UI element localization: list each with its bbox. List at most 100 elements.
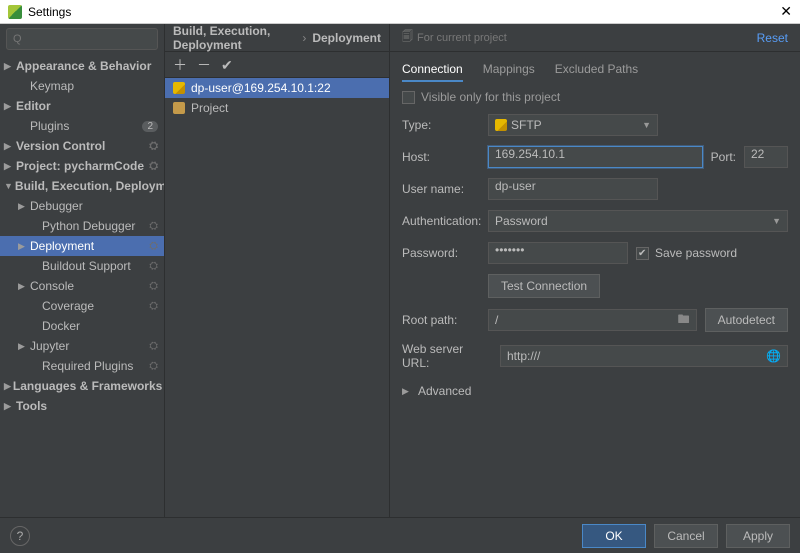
gear-icon: ⛭: [149, 240, 158, 253]
test-connection-button[interactable]: Test Connection: [488, 274, 600, 298]
auth-select[interactable]: Password ▼: [488, 210, 788, 232]
expand-arrow-icon[interactable]: [18, 281, 28, 292]
sidebar-item[interactable]: Required Plugins⛭: [0, 356, 164, 376]
gear-icon: ⛭: [149, 260, 158, 273]
expand-arrow-icon[interactable]: [18, 241, 28, 252]
globe-icon[interactable]: 🌐: [766, 349, 781, 363]
sidebar-item[interactable]: Keymap: [0, 76, 164, 96]
deployment-form: 🗐 For current project Reset Connection M…: [390, 24, 800, 517]
sidebar-item[interactable]: Build, Execution, Deployment: [0, 176, 164, 196]
folder-browse-icon[interactable]: 🖿: [678, 310, 690, 331]
expand-arrow-icon[interactable]: [4, 181, 13, 191]
sftp-icon: [495, 119, 507, 131]
sidebar-item[interactable]: Version Control ⛭: [0, 136, 164, 156]
ok-button[interactable]: OK: [582, 524, 646, 548]
sidebar-item[interactable]: Deployment ⛭: [0, 236, 164, 256]
chevron-right-icon: ›: [302, 31, 306, 45]
sidebar-item[interactable]: Editor: [0, 96, 164, 116]
gear-icon: ⛭: [149, 220, 158, 233]
sidebar-item[interactable]: Python Debugger ⛭: [0, 216, 164, 236]
sidebar-item-label: Required Plugins: [42, 359, 133, 373]
host-field[interactable]: 169.254.10.1: [488, 146, 703, 168]
sidebar-item[interactable]: Tools: [0, 396, 164, 416]
project-hint: For current project: [417, 32, 507, 44]
sidebar-item-label: Docker: [42, 319, 80, 333]
gear-icon: ⛭: [149, 160, 158, 173]
expand-arrow-icon[interactable]: [4, 401, 14, 412]
tab-excluded-paths[interactable]: Excluded Paths: [555, 58, 638, 82]
password-field[interactable]: •••••••: [488, 242, 628, 264]
gear-icon: ⛭: [149, 140, 158, 153]
help-button[interactable]: ?: [10, 526, 30, 546]
list-item-label: dp-user@169.254.10.1:22: [191, 81, 331, 95]
set-default-button[interactable]: ✔: [221, 58, 233, 72]
chevron-right-icon: [402, 386, 412, 397]
sidebar-item[interactable]: Plugins2: [0, 116, 164, 136]
window-title: Settings: [28, 5, 71, 19]
close-icon[interactable]: ✕: [780, 3, 792, 20]
settings-sidebar: Appearance & BehaviorKeymapEditorPlugins…: [0, 24, 165, 517]
list-toolbar: ＋ － ✔: [165, 52, 389, 78]
sidebar-item[interactable]: Appearance & Behavior: [0, 56, 164, 76]
apply-button[interactable]: Apply: [726, 524, 790, 548]
type-value: SFTP: [511, 118, 542, 132]
sidebar-item[interactable]: Debugger: [0, 196, 164, 216]
sidebar-item[interactable]: Buildout Support ⛭: [0, 256, 164, 276]
server-icon: [173, 82, 185, 94]
breadcrumb-seg-1[interactable]: Build, Execution, Deployment: [173, 24, 296, 52]
expand-arrow-icon[interactable]: [4, 161, 14, 172]
tab-mappings[interactable]: Mappings: [483, 58, 535, 82]
sidebar-item[interactable]: Languages & Frameworks: [0, 376, 164, 396]
expand-arrow-icon[interactable]: [18, 341, 28, 352]
settings-tree: Appearance & BehaviorKeymapEditorPlugins…: [0, 54, 164, 517]
sidebar-item[interactable]: Docker: [0, 316, 164, 336]
sidebar-item[interactable]: Coverage⛭: [0, 296, 164, 316]
web-url-field[interactable]: http:/// 🌐: [500, 345, 788, 367]
breadcrumb-seg-2: Deployment: [312, 31, 381, 45]
root-path-field[interactable]: / 🖿: [488, 309, 697, 331]
sidebar-item[interactable]: Console ⛭: [0, 276, 164, 296]
reset-link[interactable]: Reset: [757, 31, 788, 45]
type-select[interactable]: SFTP ▼: [488, 114, 658, 136]
expand-arrow-icon[interactable]: [4, 141, 14, 152]
expand-arrow-icon[interactable]: [4, 61, 14, 72]
sidebar-item[interactable]: Project: pycharmCode⛭: [0, 156, 164, 176]
autodetect-button[interactable]: Autodetect: [705, 308, 788, 332]
web-url-value: http:///: [507, 349, 540, 363]
search-input[interactable]: [6, 28, 158, 50]
gear-icon: ⛭: [149, 340, 158, 353]
expand-arrow-icon[interactable]: [4, 101, 14, 112]
list-item[interactable]: Project: [165, 98, 389, 118]
cancel-button[interactable]: Cancel: [654, 524, 718, 548]
port-field[interactable]: 22: [744, 146, 788, 168]
root-path-value: /: [495, 313, 498, 327]
expand-arrow-icon[interactable]: [4, 381, 11, 392]
advanced-label: Advanced: [418, 384, 471, 398]
expand-arrow-icon[interactable]: [18, 201, 28, 212]
sidebar-item-label: Version Control: [16, 139, 105, 153]
app-icon: [8, 5, 22, 19]
user-field[interactable]: dp-user: [488, 178, 658, 200]
add-button[interactable]: ＋: [173, 58, 187, 72]
deployment-list-pane: Build, Execution, Deployment › Deploymen…: [165, 24, 390, 517]
sidebar-item[interactable]: Jupyter⛭: [0, 336, 164, 356]
project-hint-icon: 🗐: [402, 28, 413, 47]
remove-button[interactable]: －: [197, 58, 211, 72]
auth-value: Password: [495, 214, 548, 228]
tab-connection[interactable]: Connection: [402, 58, 463, 82]
sidebar-item-label: Buildout Support: [42, 259, 131, 273]
gear-icon: ⛭: [149, 280, 158, 293]
sidebar-item-label: Console: [30, 279, 74, 293]
save-password-checkbox[interactable]: [636, 247, 649, 260]
password-value: •••••••: [495, 243, 524, 257]
chevron-down-icon: ▼: [642, 120, 651, 130]
sidebar-item-label: Deployment: [30, 239, 94, 253]
root-path-label: Root path:: [402, 313, 480, 327]
host-value: 169.254.10.1: [495, 147, 565, 161]
visible-only-checkbox[interactable]: [402, 91, 415, 104]
advanced-section-toggle[interactable]: Advanced: [402, 384, 788, 398]
sidebar-item-label: Python Debugger: [42, 219, 135, 233]
sidebar-item-label: Debugger: [30, 199, 83, 213]
server-list: dp-user@169.254.10.1:22 Project: [165, 78, 389, 517]
list-item[interactable]: dp-user@169.254.10.1:22: [165, 78, 389, 98]
